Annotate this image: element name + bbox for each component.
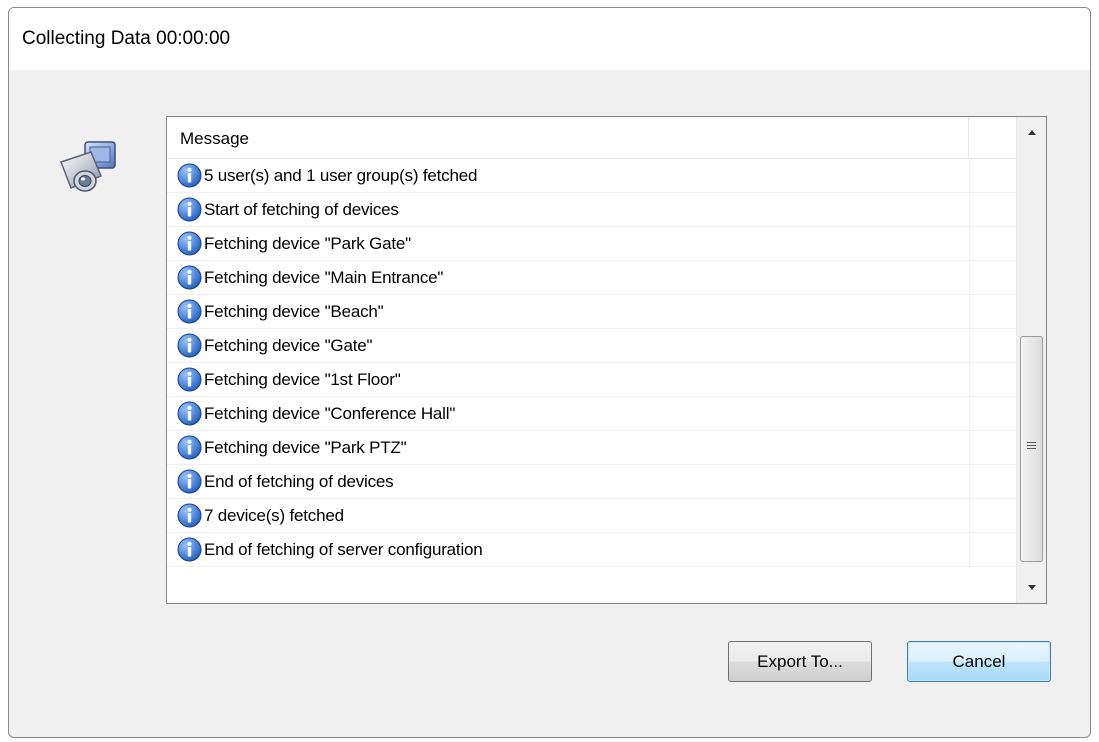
message-text: End of fetching of devices — [204, 472, 394, 491]
message-text: Start of fetching of devices — [204, 200, 399, 219]
message-text: 7 device(s) fetched — [204, 506, 344, 525]
info-icon — [177, 265, 202, 290]
column-separator — [969, 159, 970, 192]
message-text: Fetching device "Gate" — [204, 336, 373, 355]
column-separator — [969, 193, 970, 226]
list-item[interactable]: Fetching device "Park PTZ" — [167, 431, 1016, 465]
list-item[interactable]: Fetching device "Gate" — [167, 329, 1016, 363]
list-item[interactable]: 7 device(s) fetched — [167, 499, 1016, 533]
list-item[interactable]: Fetching device "Park Gate" — [167, 227, 1016, 261]
info-icon — [177, 299, 202, 324]
list-item[interactable]: Fetching device "Conference Hall" — [167, 397, 1016, 431]
column-separator — [969, 533, 970, 566]
info-icon — [177, 537, 202, 562]
collecting-data-dialog: Collecting Data 00:00:00 Message 5 user(… — [8, 7, 1091, 738]
message-text: Fetching device "Conference Hall" — [204, 404, 456, 423]
message-text: Fetching device "Park PTZ" — [204, 438, 407, 457]
message-text: Fetching device "Park Gate" — [204, 234, 411, 253]
column-header-message[interactable]: Message — [167, 117, 969, 158]
info-icon — [177, 163, 202, 188]
message-list[interactable]: Message 5 user(s) and 1 user group(s) fe… — [166, 116, 1047, 604]
info-icon — [177, 469, 202, 494]
info-icon — [177, 333, 202, 358]
grip-icon — [1027, 442, 1036, 449]
info-icon — [177, 503, 202, 528]
message-text: Fetching device "Main Entrance" — [204, 268, 444, 287]
scroll-up-button[interactable] — [1017, 117, 1046, 147]
column-separator — [969, 261, 970, 294]
column-separator — [969, 397, 970, 430]
column-separator — [969, 465, 970, 498]
column-header-blank[interactable] — [969, 117, 1016, 158]
camera-configuration-icon — [60, 141, 116, 192]
column-separator — [969, 227, 970, 260]
vertical-scrollbar[interactable] — [1016, 117, 1046, 603]
list-item[interactable]: End of fetching of devices — [167, 465, 1016, 499]
list-header: Message — [167, 117, 1016, 159]
column-separator — [969, 329, 970, 362]
list-item[interactable]: Fetching device "Beach" — [167, 295, 1016, 329]
list-item[interactable]: Fetching device "Main Entrance" — [167, 261, 1016, 295]
column-separator — [969, 295, 970, 328]
info-icon — [177, 231, 202, 256]
window-title: Collecting Data 00:00:00 — [22, 28, 231, 49]
list-item[interactable]: Fetching device "1st Floor" — [167, 363, 1016, 397]
list-item[interactable]: End of fetching of server configuration — [167, 533, 1016, 567]
cancel-button[interactable]: Cancel — [907, 641, 1051, 682]
info-icon — [177, 435, 202, 460]
scroll-down-button[interactable] — [1017, 573, 1046, 603]
info-icon — [177, 197, 202, 222]
column-separator — [969, 363, 970, 396]
message-text: 5 user(s) and 1 user group(s) fetched — [204, 166, 478, 185]
message-text: End of fetching of server configuration — [204, 540, 483, 559]
list-item[interactable]: 5 user(s) and 1 user group(s) fetched — [167, 159, 1016, 193]
arrow-down-icon — [1028, 585, 1036, 590]
list-item[interactable]: Start of fetching of devices — [167, 193, 1016, 227]
scroll-thumb[interactable] — [1020, 336, 1043, 562]
arrow-up-icon — [1028, 130, 1036, 135]
title-bar[interactable]: Collecting Data 00:00:00 — [9, 8, 1090, 70]
column-separator — [969, 431, 970, 464]
column-separator — [969, 499, 970, 532]
message-rows: 5 user(s) and 1 user group(s) fetched Sta… — [167, 159, 1016, 567]
export-to-button[interactable]: Export To... — [728, 641, 872, 682]
message-text: Fetching device "1st Floor" — [204, 370, 401, 389]
message-text: Fetching device "Beach" — [204, 302, 384, 321]
info-icon — [177, 367, 202, 392]
info-icon — [177, 401, 202, 426]
